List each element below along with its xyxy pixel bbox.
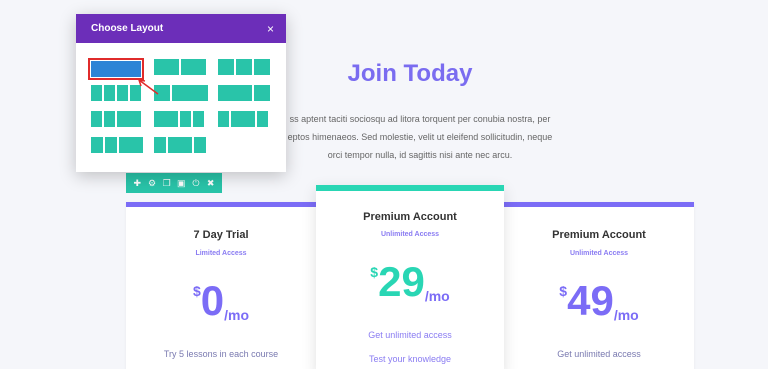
price-currency: $ [559,283,568,299]
save-icon[interactable]: ▣ [175,178,187,189]
close-icon[interactable]: × [267,22,274,36]
pricing-card-premium-featured: Premium Account Unlimited Access $ 29 /m… [316,185,504,369]
layout-column [257,111,268,127]
price-amount: 49 [567,277,614,324]
layout-column [91,61,141,77]
layout-option-6-col[interactable] [154,137,206,153]
layout-column [91,111,102,127]
hero-text: ss aptent taciti sociosqu ad litora torq… [230,110,610,164]
module-toolbar: ✚ ⚙ ❐ ▣ ⏻ ✖ [126,173,222,193]
card-subtitle: Unlimited Access [380,231,440,238]
modal-title: Choose Layout [91,23,164,34]
layout-column [168,137,192,153]
pricing-card-trial: 7 Day Trial Limited Access $ 0 /mo Try 5… [126,202,316,369]
card-title: Premium Account [552,229,646,241]
layout-column [119,137,143,153]
price-currency: $ [370,264,379,280]
hero-text-line: eptos himenaeos. Sed molestie, velit ut … [287,132,553,142]
layout-column [180,111,191,127]
layout-column [254,59,270,75]
layout-column [154,111,178,127]
layout-column [154,137,166,153]
layout-column [236,59,252,75]
price-period: /mo [424,288,450,304]
layout-column [104,111,115,127]
layout-column [254,85,270,101]
plus-icon[interactable]: ✚ [131,178,143,189]
pricing-card-premium: Premium Account Unlimited Access $ 49 /m… [504,202,694,369]
layout-option-1-2-1-col[interactable] [218,111,268,127]
card-subtitle: Unlimited Access [569,250,629,257]
layout-column [172,85,208,101]
layout-column [181,59,206,75]
layout-column [104,85,115,101]
layout-option-1-1-2-col[interactable] [91,111,141,127]
layout-option-2-col[interactable] [154,59,206,75]
choose-layout-modal: Choose Layout × [76,14,286,172]
feature-item: Get unlimited access [557,349,641,359]
duplicate-icon[interactable]: ❐ [161,178,173,189]
layout-column [154,59,179,75]
hero-text-line: ss aptent taciti sociosqu ad litora torq… [289,114,551,124]
layout-option-2-1-1-col[interactable] [154,111,204,127]
feature-item: Try 5 lessons in each course [163,349,279,359]
hero-text-line: orci tempor nulla, id sagittis nisi ante… [327,150,513,160]
gear-icon[interactable]: ⚙ [146,178,158,189]
price: $ 29 /mo [316,260,504,310]
layout-column [91,85,102,101]
layout-option-5-col[interactable] [91,137,143,153]
layout-column [218,59,234,75]
pointer-arrow-icon [137,79,159,95]
price-currency: $ [192,283,201,299]
layout-option-1-col[interactable] [88,58,144,80]
price-period: /mo [613,307,639,323]
layout-column [105,137,117,153]
trash-icon[interactable]: ✖ [205,178,217,189]
layout-column [194,137,206,153]
layout-option-2-1-col[interactable] [218,85,270,101]
price-amount: 0 [200,277,225,324]
power-icon[interactable]: ⏻ [190,178,202,189]
feature-item: Get unlimited access [368,330,452,340]
layout-column [117,111,141,127]
card-title: 7 Day Trial [193,229,249,241]
price: $ 0 /mo [126,279,316,329]
layout-option-4-col[interactable] [91,85,141,101]
modal-header: Choose Layout × [76,14,286,43]
price-period: /mo [224,307,250,323]
layout-column [91,137,103,153]
layout-column [218,111,229,127]
feature-item: Test your knowledge [368,354,452,364]
price: $ 49 /mo [504,279,694,329]
layout-column [117,85,128,101]
layout-option-3-col[interactable] [218,59,270,75]
card-title: Premium Account [363,211,457,223]
layout-column [193,111,204,127]
price-amount: 29 [378,258,425,305]
card-subtitle: Limited Access [195,250,247,257]
layout-column [231,111,255,127]
layout-column [218,85,252,101]
